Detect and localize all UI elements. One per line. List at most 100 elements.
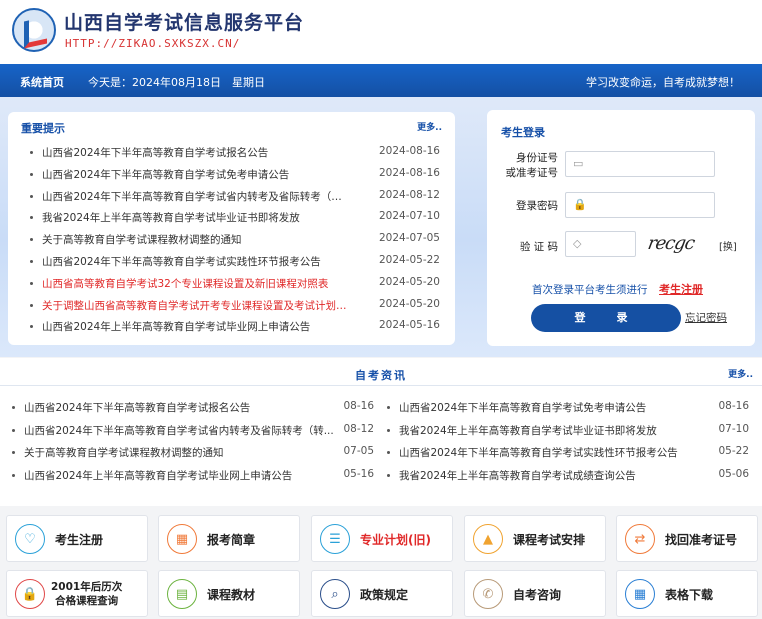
- tile-retrieve-label: 找回准考证号: [665, 533, 738, 547]
- notice-item[interactable]: 山西省2024年下半年高等教育自学考试实践性环节报考公告 2024-05-22: [30, 251, 440, 273]
- news-item[interactable]: 山西省2024年下半年高等教育自学考试省内转考及省际转考（转... 08-12: [12, 423, 374, 446]
- notice-item[interactable]: 山西省高等教育自学考试32个专业课程设置及新旧课程对照表 2024-05-20: [30, 273, 440, 295]
- tile-register[interactable]: ♡ 考生注册: [6, 515, 148, 562]
- news-item-title[interactable]: 我省2024年上半年高等教育自学考试毕业证书即将发放: [399, 423, 709, 438]
- register-link[interactable]: 考生注册: [659, 281, 703, 297]
- notice-item-date: 2024-08-16: [378, 145, 440, 157]
- lock-icon: 🔒: [573, 198, 587, 211]
- captcha-refresh-link[interactable]: [换]: [719, 238, 737, 253]
- document-search-icon: ⌕: [320, 579, 350, 609]
- site-logo[interactable]: [12, 8, 56, 52]
- notice-item-title[interactable]: 山西省2024年下半年高等教育自学考试实践性环节报考公告: [42, 254, 352, 269]
- notice-item-title[interactable]: 山西省2024年上半年高等教育自学考试毕业网上申请公告: [42, 319, 352, 334]
- tile-schedule-label: 课程考试安排: [513, 533, 586, 547]
- notice-item-title[interactable]: 关于高等教育自学考试课程教材调整的通知: [42, 232, 352, 247]
- notice-item-date: 2024-05-22: [378, 253, 440, 266]
- id-label-line1: 身份证号: [516, 152, 558, 164]
- tile-guide-label: 报考简章: [207, 533, 256, 547]
- lock-search-icon: 🔒: [15, 579, 45, 609]
- notice-item-title[interactable]: 山西省高等教育自学考试32个专业课程设置及新旧课程对照表: [42, 276, 352, 291]
- news-item-title[interactable]: 山西省2024年下半年高等教育自学考试省内转考及省际转考（转...: [24, 423, 334, 438]
- news-title: 自考资讯: [355, 369, 407, 382]
- news-divider: [0, 385, 762, 386]
- login-title: 考生登录: [501, 126, 545, 139]
- news-item[interactable]: 山西省2024年下半年高等教育自学考试免考申请公告 08-16: [387, 400, 749, 423]
- top-nav-bar: 系统首页 今天是：2024年08月18日 星期日 学习改变命运，自考成就梦想！: [0, 64, 762, 97]
- news-item-date: 05-06: [718, 468, 749, 481]
- notice-item[interactable]: 山西省2024年下半年高等教育自学考试免考申请公告 2024-08-16: [30, 164, 440, 186]
- notice-item-date: 2024-05-20: [378, 297, 440, 310]
- notice-item[interactable]: 关于高等教育自学考试课程教材调整的通知 2024-07-05: [30, 229, 440, 251]
- news-panel: 自考资讯 更多.. 山西省2024年下半年高等教育自学考试报名公告 08-16 山…: [0, 358, 762, 506]
- tile-consult[interactable]: ✆ 自考咨询: [464, 570, 606, 617]
- exchange-icon: ⇄: [625, 524, 655, 554]
- tile-guide[interactable]: ▦ 报考简章: [158, 515, 300, 562]
- news-item-date: 08-12: [343, 422, 374, 435]
- news-item-date: 07-10: [718, 422, 749, 435]
- news-item-title[interactable]: 山西省2024年上半年高等教育自学考试毕业网上申请公告: [24, 468, 334, 483]
- login-button[interactable]: 登 录: [531, 304, 681, 332]
- clipboard-icon: ☰: [320, 524, 350, 554]
- table-icon: ▦: [625, 579, 655, 609]
- notice-item[interactable]: 山西省2024年上半年高等教育自学考试毕业网上申请公告 2024-05-16: [30, 316, 440, 338]
- tile-plan[interactable]: ☰ 专业计划(旧): [311, 515, 453, 562]
- tile-retrieve[interactable]: ⇄ 找回准考证号: [616, 515, 758, 562]
- captcha-label: 验 证 码: [519, 241, 558, 253]
- notice-title: 重要提示: [21, 122, 65, 135]
- news-item-title[interactable]: 我省2024年上半年高等教育自学考试成绩查询公告: [399, 468, 709, 483]
- notice-item-date: 2024-07-10: [378, 210, 440, 223]
- news-item-title[interactable]: 关于高等教育自学考试课程教材调整的通知: [24, 445, 334, 460]
- tile-register-label: 考生注册: [55, 533, 104, 547]
- id-number-input[interactable]: ▭: [565, 151, 715, 177]
- heart-icon: ♡: [15, 524, 45, 554]
- notice-item-title[interactable]: 山西省2024年下半年高等教育自学考试省内转考及省际转考（转出...: [42, 189, 352, 204]
- news-item-title[interactable]: 山西省2024年下半年高等教育自学考试实践性环节报考公告: [399, 445, 709, 460]
- news-item[interactable]: 山西省2024年下半年高等教育自学考试实践性环节报考公告 05-22: [387, 445, 749, 468]
- tile-forms[interactable]: ▦ 表格下载: [616, 570, 758, 617]
- id-card-icon: ▭: [573, 157, 584, 170]
- id-label: 身份证号 或准考证号: [505, 150, 559, 180]
- notice-item[interactable]: 山西省2024年下半年高等教育自学考试省内转考及省际转考（转出... 2024-0…: [30, 186, 440, 208]
- news-more-link[interactable]: 更多..: [728, 367, 753, 380]
- notice-item-title[interactable]: 山西省2024年下半年高等教育自学考试报名公告: [42, 145, 352, 160]
- notice-more-link[interactable]: 更多..: [417, 120, 442, 133]
- notice-item-date: 2024-07-05: [378, 232, 440, 245]
- notice-item-title[interactable]: 山西省2024年下半年高等教育自学考试免考申请公告: [42, 167, 352, 182]
- tile-policy[interactable]: ⌕ 政策规定: [311, 570, 453, 617]
- site-title: 山西自学考试信息服务平台: [64, 12, 305, 34]
- nav-home-link[interactable]: 系统首页: [20, 74, 64, 90]
- news-item[interactable]: 关于高等教育自学考试课程教材调整的通知 07-05: [12, 445, 374, 468]
- news-item[interactable]: 山西省2024年下半年高等教育自学考试报名公告 08-16: [12, 400, 374, 423]
- news-item-title[interactable]: 山西省2024年下半年高等教育自学考试报名公告: [24, 400, 334, 415]
- news-item[interactable]: 我省2024年上半年高等教育自学考试毕业证书即将发放 07-10: [387, 423, 749, 446]
- phone-icon: ✆: [473, 579, 503, 609]
- notice-item-date: 2024-08-16: [378, 166, 440, 179]
- tile-textbook[interactable]: ▤ 课程教材: [158, 570, 300, 617]
- register-tip: 首次登录平台考生须进行: [532, 284, 648, 296]
- news-item-date: 05-16: [343, 468, 374, 481]
- news-list-left: 山西省2024年下半年高等教育自学考试报名公告 08-16 山西省2024年下半年…: [12, 400, 374, 491]
- notice-item-title[interactable]: 关于调整山西省高等教育自学考试开考专业课程设置及考试计划的补...: [42, 298, 352, 313]
- tile-schedule[interactable]: ▲ 课程考试安排: [464, 515, 606, 562]
- news-item-title[interactable]: 山西省2024年下半年高等教育自学考试免考申请公告: [399, 400, 709, 415]
- forgot-password-link[interactable]: 忘记密码: [685, 310, 727, 325]
- important-notice-panel: 重要提示 更多.. 山西省2024年下半年高等教育自学考试报名公告 2024-08…: [8, 112, 455, 345]
- tile-history-line2: 合格课程查询: [55, 595, 119, 607]
- news-item[interactable]: 我省2024年上半年高等教育自学考试成绩查询公告 05-06: [387, 468, 749, 491]
- captcha-image[interactable]: recgc: [646, 233, 696, 254]
- news-list-right: 山西省2024年下半年高等教育自学考试免考申请公告 08-16 我省2024年上半…: [387, 400, 749, 491]
- notice-item-date: 2024-05-20: [378, 275, 440, 288]
- news-item[interactable]: 山西省2024年上半年高等教育自学考试毕业网上申请公告 05-16: [12, 468, 374, 491]
- notice-item[interactable]: 我省2024年上半年高等教育自学考试毕业证书即将发放 2024-07-10: [30, 207, 440, 229]
- tile-history-label: 2001年后历次 合格课程查询: [51, 580, 122, 608]
- tile-textbook-label: 课程教材: [207, 588, 256, 602]
- notice-item-date: 2024-08-12: [378, 188, 440, 201]
- nav-slogan: 学习改变命运，自考成就梦想！: [586, 76, 740, 89]
- password-input[interactable]: 🔒: [565, 192, 715, 218]
- notice-item[interactable]: 关于调整山西省高等教育自学考试开考专业课程设置及考试计划的补... 2024-05…: [30, 295, 440, 317]
- captcha-input[interactable]: ◇: [565, 231, 636, 257]
- notice-item-title[interactable]: 我省2024年上半年高等教育自学考试毕业证书即将发放: [42, 210, 352, 225]
- news-item-date: 08-16: [718, 400, 749, 412]
- tile-history[interactable]: 🔒 2001年后历次 合格课程查询: [6, 570, 148, 617]
- notice-item[interactable]: 山西省2024年下半年高等教育自学考试报名公告 2024-08-16: [30, 142, 440, 164]
